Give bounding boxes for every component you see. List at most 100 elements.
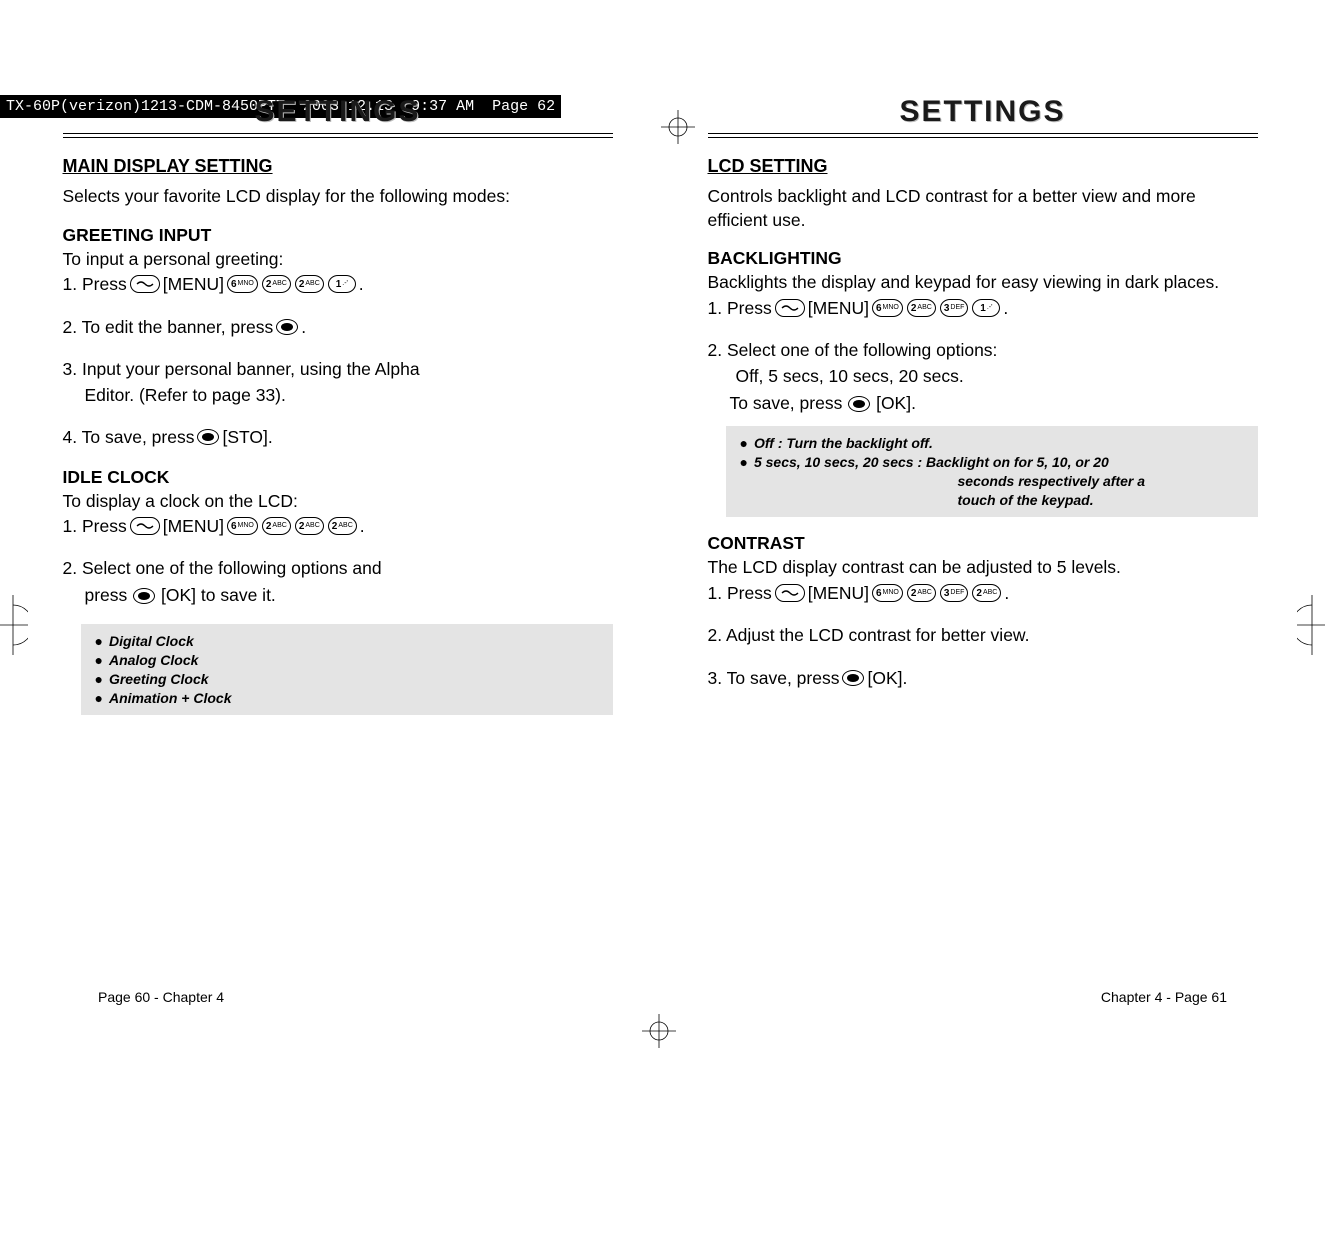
key-2-icon: 2ABC: [295, 275, 324, 293]
step-item: 3. To save, press [OK].: [708, 665, 1258, 691]
note-item: Animation + Clock: [109, 689, 232, 708]
section-heading: MAIN DISPLAY SETTING: [63, 156, 613, 177]
note-item: seconds respectively after a: [740, 472, 1248, 491]
bullet-icon: ●: [95, 632, 103, 651]
step-text: .: [301, 314, 306, 340]
key-2-icon: 2ABC: [972, 584, 1001, 602]
step-item: 1. Press [MENU] 6MNO 2ABC 3DEF 2ABC .: [708, 580, 1258, 606]
body-text: Controls backlight and LCD contrast for …: [708, 185, 1258, 232]
bullet-icon: ●: [95, 670, 103, 689]
lead-text: The LCD display contrast can be adjusted…: [708, 556, 1258, 580]
step-text: [STO].: [222, 424, 272, 450]
step-text: press: [85, 585, 133, 605]
step-text: 4. To save, press: [63, 424, 195, 450]
note-item: touch of the keypad.: [740, 491, 1248, 510]
key-2-icon: 2ABC: [295, 517, 324, 535]
sub-heading: BACKLIGHTING: [708, 248, 1258, 269]
right-page: SETTINGS LCD SETTING Controls backlight …: [708, 95, 1258, 731]
step-text: Editor. (Refer to page 33).: [63, 382, 613, 408]
step-item: 2. To edit the banner, press .: [63, 314, 613, 340]
lead-text: Backlights the display and keypad for ea…: [708, 271, 1258, 295]
key-1-icon: 1.-': [328, 275, 356, 293]
step-text: .: [1003, 295, 1008, 321]
step-text: .: [360, 513, 365, 539]
note-item: Analog Clock: [109, 651, 198, 670]
calibration-mark-icon: [0, 595, 28, 655]
step-text: 3. To save, press: [708, 665, 840, 691]
ok-key-icon: [197, 429, 219, 445]
ok-key-icon: [842, 670, 864, 686]
step-text: Off, 5 secs, 10 secs, 20 secs.: [708, 363, 1258, 389]
softkey-icon: [775, 299, 805, 317]
sub-heading: IDLE CLOCK: [63, 467, 613, 488]
menu-label: [MENU]: [163, 271, 224, 297]
step-text: 3. Input your personal banner, using the…: [63, 359, 420, 379]
step-text: 2. Select one of the following options:: [708, 340, 998, 360]
divider: [63, 133, 613, 138]
page-footer: Chapter 4 - Page 61: [1101, 989, 1227, 1005]
key-2-icon: 2ABC: [907, 584, 936, 602]
note-item: Off : Turn the backlight off.: [754, 434, 933, 453]
step-item: 1. Press [MENU] 6MNO 2ABC 2ABC 1.-' .: [63, 271, 613, 297]
step-text: 1. Press: [63, 513, 127, 539]
sub-heading: GREETING INPUT: [63, 225, 613, 246]
key-2-icon: 2ABC: [328, 517, 357, 535]
step-text: 2. Select one of the following options a…: [63, 558, 382, 578]
bullet-icon: ●: [95, 689, 103, 708]
key-6-icon: 6MNO: [872, 584, 903, 602]
lead-text: To display a clock on the LCD:: [63, 490, 613, 514]
body-text: Selects your favorite LCD display for th…: [63, 185, 613, 209]
key-6-icon: 6MNO: [227, 275, 258, 293]
page-footer: Page 60 - Chapter 4: [98, 989, 224, 1005]
ok-key-icon: [133, 588, 155, 604]
sub-heading: CONTRAST: [708, 533, 1258, 554]
step-text: 2. Adjust the LCD contrast for better vi…: [708, 622, 1030, 648]
note-box: ●Off : Turn the backlight off. ●5 secs, …: [726, 426, 1258, 518]
bullet-icon: ●: [740, 434, 748, 453]
bullet-icon: ●: [95, 651, 103, 670]
note-box: ●Digital Clock ●Analog Clock ●Greeting C…: [81, 624, 613, 716]
step-item: 2. Select one of the following options: …: [708, 337, 1258, 416]
key-3-icon: 3DEF: [940, 584, 969, 602]
section-heading: LCD SETTING: [708, 156, 1258, 177]
step-text: [OK] to save it.: [161, 585, 276, 605]
step-text: [OK].: [876, 393, 916, 413]
step-item: 4. To save, press [STO].: [63, 424, 613, 450]
step-text: 1. Press: [63, 271, 127, 297]
key-6-icon: 6MNO: [227, 517, 258, 535]
key-3-icon: 3DEF: [940, 299, 969, 317]
menu-label: [MENU]: [163, 513, 224, 539]
menu-label: [MENU]: [808, 295, 869, 321]
left-page: SETTINGS MAIN DISPLAY SETTING Selects yo…: [63, 95, 613, 731]
calibration-mark-icon: [1297, 595, 1325, 655]
step-text: 1. Press: [708, 580, 772, 606]
ok-key-icon: [276, 319, 298, 335]
key-2-icon: 2ABC: [262, 275, 291, 293]
softkey-icon: [130, 517, 160, 535]
page-title: SETTINGS: [63, 95, 613, 129]
step-text: .: [1004, 580, 1009, 606]
menu-label: [MENU]: [808, 580, 869, 606]
softkey-icon: [130, 275, 160, 293]
page-spread: SETTINGS MAIN DISPLAY SETTING Selects yo…: [63, 95, 1263, 731]
step-text: 2. To edit the banner, press: [63, 314, 274, 340]
softkey-icon: [775, 584, 805, 602]
key-6-icon: 6MNO: [872, 299, 903, 317]
registration-mark-icon: [642, 1014, 676, 1048]
lead-text: To input a personal greeting:: [63, 248, 613, 272]
key-2-icon: 2ABC: [262, 517, 291, 535]
page-title: SETTINGS: [708, 95, 1258, 129]
step-item: 2. Adjust the LCD contrast for better vi…: [708, 622, 1258, 648]
step-item: 3. Input your personal banner, using the…: [63, 356, 613, 409]
step-item: 2. Select one of the following options a…: [63, 555, 613, 608]
step-text: To save, press: [730, 393, 848, 413]
key-1-icon: 1.-': [972, 299, 1000, 317]
registration-mark-icon: [661, 110, 695, 144]
bullet-icon: ●: [740, 453, 748, 472]
divider: [708, 133, 1258, 138]
step-text: 1. Press: [708, 295, 772, 321]
key-2-icon: 2ABC: [907, 299, 936, 317]
step-text: [OK].: [867, 665, 907, 691]
step-item: 1. Press [MENU] 6MNO 2ABC 2ABC 2ABC .: [63, 513, 613, 539]
ok-key-icon: [848, 396, 870, 412]
